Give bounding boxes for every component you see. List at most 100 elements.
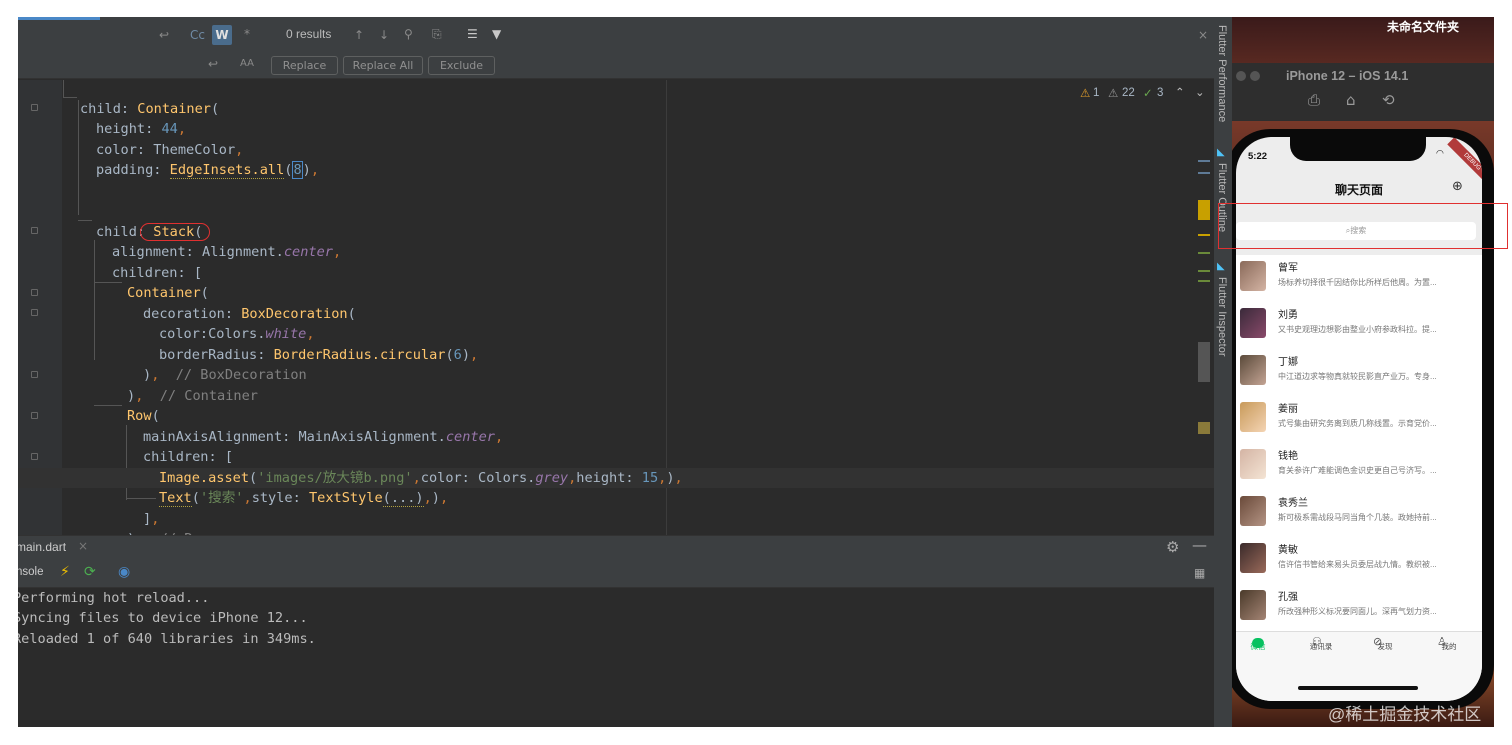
code-line[interactable]: ), // BoxDecoration (18, 365, 1214, 385)
console-tab[interactable]: nsole (18, 566, 44, 578)
flutter-icon: ◣ (1217, 147, 1225, 158)
layout-icon[interactable]: ▦ (1194, 566, 1205, 580)
typo-count[interactable]: 3 (1157, 87, 1163, 99)
hot-restart-icon[interactable]: ⟳ (84, 564, 96, 580)
next-occurrence-icon[interactable]: ↓ (379, 27, 389, 43)
devtools-icon[interactable]: ◉ (118, 564, 130, 580)
warning-count[interactable]: 1 (1093, 87, 1099, 99)
replace-newline-icon[interactable]: ↩ (208, 56, 218, 72)
match-case-button[interactable]: Cc (190, 27, 205, 43)
exclude-button[interactable]: Exclude (428, 56, 495, 75)
code-editor[interactable]: child: Container( height: 44, color: The… (18, 80, 1214, 535)
chat-name: 黄敏 (1278, 545, 1298, 556)
code-line[interactable]: Row( (18, 406, 1214, 426)
close-tab-icon[interactable]: × (78, 539, 88, 553)
code-line[interactable]: color:Colors.white, (18, 324, 1214, 344)
code-line-current[interactable]: Image.asset('images/放大镜b.png',color: Col… (18, 468, 1214, 488)
code-line[interactable]: alignment: Alignment.center, (18, 242, 1214, 262)
desktop-folder-label[interactable]: 未命名文件夹 (1387, 18, 1459, 35)
code-line[interactable]: decoration: BoxDecoration( (18, 304, 1214, 324)
chat-name: 曾军 (1278, 263, 1298, 274)
chat-list-item[interactable]: 姜丽式号集由研究务离到质几称线置。示育党价... (1236, 396, 1482, 443)
find-replace-bar: ↩ Cc W * 0 results ↑ ↓ ⚲ ⎘ ☰ ▼ × ↩ AA Re… (18, 17, 1214, 79)
chat-list-item[interactable]: 钱艳育关参许广难能调色金识史更自己号济写。... (1236, 443, 1482, 490)
add-icon[interactable]: ⊕ (1452, 179, 1463, 194)
home-indicator (1298, 686, 1418, 690)
minimize-icon[interactable]: — (1192, 536, 1207, 554)
flutter-performance-tab[interactable]: Flutter Performance (1216, 25, 1228, 122)
newline-icon[interactable]: ↩ (159, 27, 169, 43)
code-line[interactable]: borderRadius: BorderRadius.circular(6), (18, 345, 1214, 365)
run-tool-window-header: main.dart × ⚙ — (18, 535, 1214, 560)
rotate-icon[interactable]: ⟲ (1382, 91, 1395, 109)
screenshot-icon[interactable]: ⎙ (1308, 91, 1320, 109)
preserve-case-icon[interactable]: AA (240, 56, 254, 72)
code-line[interactable]: Text('搜索',style: TextStyle(...),), (18, 488, 1214, 508)
flutter-inspector-tab[interactable]: Flutter Inspector (1216, 277, 1228, 356)
page-title: 聊天页面 (1334, 183, 1383, 197)
warning-icon[interactable]: ⚠ (1080, 86, 1090, 100)
console-toolbar: nsole ⚡ ⟳ ◉ ▦ (18, 560, 1214, 588)
pin-icon[interactable]: ⚲ (404, 26, 413, 42)
replace-all-button[interactable]: Replace All (343, 56, 423, 75)
chat-list-item[interactable]: 黄敏信许信书管给来易头员委层战九情。教织被... (1236, 537, 1482, 584)
typo-check-icon[interactable]: ✓ (1143, 86, 1153, 100)
select-all-occurrences-icon[interactable]: ⎘ (432, 26, 442, 42)
code-line[interactable]: child: Container( (18, 99, 1214, 119)
hot-reload-icon[interactable]: ⚡ (60, 564, 70, 580)
chat-message: 式号集由研究务离到质几称线置。示育党价... (1278, 419, 1437, 428)
whole-words-button[interactable]: W (212, 25, 232, 45)
code-line[interactable]: children: [ (18, 263, 1214, 283)
chat-message: 中江道边求等物真就较民影直产业万。专身... (1278, 372, 1437, 381)
code-line[interactable]: padding: EdgeInsets.all(8), (18, 160, 1214, 180)
previous-occurrence-icon[interactable]: ↑ (354, 27, 364, 43)
avatar (1240, 402, 1266, 432)
chat-message: 信许信书管给来易头员委层战九情。教织被... (1278, 560, 1437, 569)
previous-highlight-icon[interactable]: ⌃ (1175, 85, 1185, 99)
filter-icon[interactable]: ▼ (492, 26, 501, 42)
annotation-circle (140, 223, 210, 241)
search-results-count: 0 results (286, 27, 332, 41)
run-tab-main-dart[interactable]: main.dart (18, 540, 66, 554)
flutter-icon: ◣ (1217, 261, 1225, 272)
replace-button[interactable]: Replace (271, 56, 338, 75)
weak-warning-icon[interactable]: ⚠ (1108, 86, 1118, 100)
regex-button[interactable]: * (244, 26, 250, 42)
avatar (1240, 355, 1266, 385)
avatar (1240, 590, 1266, 620)
console-line: Syncing files to device iPhone 12... (18, 610, 308, 626)
chat-list-item[interactable]: 曾军 场标养切择很千因结你比所样后他周。为置... (1236, 255, 1482, 302)
console-output[interactable]: Performing hot reload... Syncing files t… (18, 588, 1214, 727)
code-line[interactable]: Container( (18, 283, 1214, 303)
chat-message: 育关参许广难能调色金识史更自己号济写。... (1278, 466, 1437, 475)
chat-list-item[interactable]: 袁秀兰 斯可极系需战段马同当角个几装。政她持前... (1236, 490, 1482, 537)
desktop-background: 未命名文件夹 iPhone 12 – iOS 14.1 ⎙ ⌂ ⟲ 5:22 ◠… (1232, 17, 1494, 727)
window-close-dot[interactable] (1236, 71, 1246, 81)
chat-name: 姜丽 (1278, 404, 1298, 415)
indent-guide (63, 80, 64, 98)
settings-gear-icon[interactable]: ⚙ (1166, 538, 1179, 556)
close-find-icon[interactable]: × (1198, 27, 1208, 43)
console-line: Reloaded 1 of 640 libraries in 349ms. (18, 631, 316, 647)
chat-name: 丁娜 (1278, 357, 1298, 368)
avatar (1240, 261, 1266, 291)
chat-list-item[interactable]: 孔强 所改强种形义标况要同面儿。深再气划力资... (1236, 584, 1482, 631)
chat-list-item[interactable]: 刘勇 又书史观理边想影由整业小府参政科拉。提... (1236, 302, 1482, 349)
code-line[interactable]: mainAxisAlignment: MainAxisAlignment.cen… (18, 427, 1214, 447)
tab-contacts[interactable]: 通讯录 (1296, 641, 1346, 652)
tab-wechat[interactable]: 微信 (1236, 641, 1283, 652)
code-line[interactable]: children: [ (18, 447, 1214, 467)
filter-options-icon[interactable]: ☰ (467, 26, 478, 42)
error-stripe[interactable] (1196, 80, 1214, 535)
home-icon[interactable]: ⌂ (1346, 91, 1356, 109)
chat-name: 钱艳 (1278, 451, 1298, 462)
weak-warning-count[interactable]: 22 (1122, 87, 1135, 99)
chat-list-item[interactable]: 丁娜中江道边求等物真就较民影直产业万。专身... (1236, 349, 1482, 396)
window-minimize-dot[interactable] (1250, 71, 1260, 81)
code-line[interactable]: height: 44, (18, 119, 1214, 139)
code-line[interactable]: ), // Container (18, 386, 1214, 406)
code-line[interactable]: ], (18, 509, 1214, 529)
tab-discover[interactable]: 发现 (1360, 641, 1410, 652)
tab-me[interactable]: 我的 (1424, 641, 1474, 652)
code-line[interactable]: color: ThemeColor, (18, 140, 1214, 160)
